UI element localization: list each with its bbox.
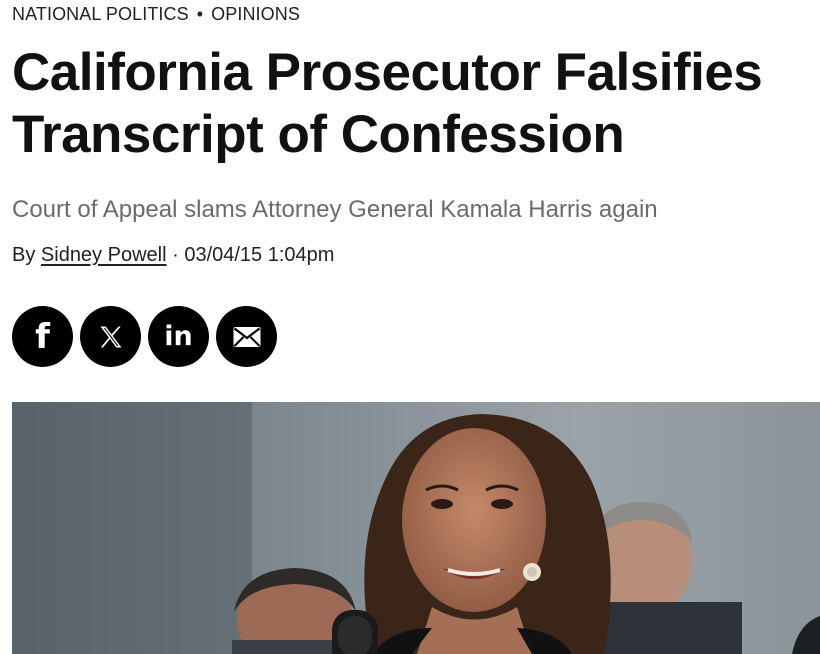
author-link[interactable]: Sidney Powell	[41, 244, 167, 266]
date-separator: ·	[172, 244, 179, 266]
article-title: California Prosecutor Falsifies Transcri…	[12, 43, 763, 164]
share-x-button[interactable]	[80, 306, 141, 367]
facebook-icon: f	[35, 316, 50, 357]
linkedin-icon: in	[164, 321, 193, 352]
hero-image	[12, 402, 820, 654]
breadcrumb: NATIONAL POLITICS • OPINIONS	[12, 4, 300, 25]
breadcrumb-item-opinions[interactable]: OPINIONS	[211, 4, 300, 24]
breadcrumb-item-national-politics[interactable]: NATIONAL POLITICS	[12, 4, 189, 24]
x-icon	[100, 326, 121, 347]
breadcrumb-separator: •	[196, 4, 204, 24]
byline-prefix: By	[12, 244, 36, 266]
byline: By Sidney Powell · 03/04/15 1:04pm	[12, 244, 334, 267]
share-linkedin-button[interactable]: in	[148, 306, 209, 367]
share-facebook-button[interactable]: f	[12, 306, 73, 367]
article-subtitle: Court of Appeal slams Attorney General K…	[12, 196, 658, 223]
share-email-button[interactable]	[216, 306, 277, 367]
article-timestamp: 03/04/15 1:04pm	[184, 244, 335, 266]
share-bar: f in	[12, 306, 277, 367]
email-icon	[233, 326, 260, 347]
